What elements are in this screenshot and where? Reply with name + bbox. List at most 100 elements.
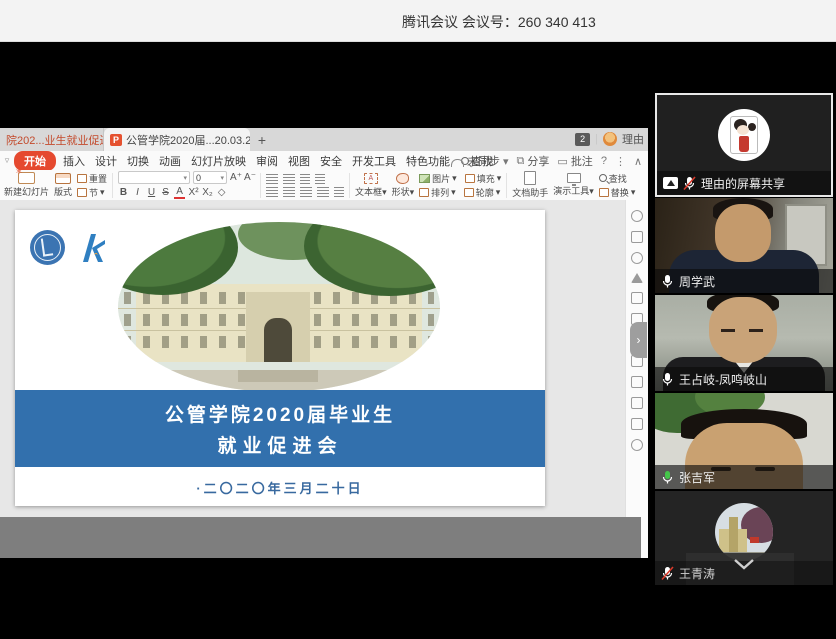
new-tab-button[interactable]: + <box>250 128 274 151</box>
menu-view[interactable]: 视图 <box>283 152 315 170</box>
slide[interactable]: 公管学院2020届毕业生 就业促进会 ·二〇二〇年三月二十日 <box>15 210 545 506</box>
pyramid-tool-icon[interactable] <box>631 273 643 283</box>
italic-button[interactable]: I <box>132 187 143 198</box>
subscript-button[interactable]: X₂ <box>202 187 213 198</box>
picture-button[interactable]: 图片▾ 填充▾ <box>419 172 501 185</box>
menu-security[interactable]: 安全 <box>315 152 347 170</box>
participant-name: 周学武 <box>679 273 715 290</box>
numbered-list-button[interactable] <box>283 174 295 184</box>
doc-assistant-button[interactable]: 文档助手 <box>512 171 548 199</box>
toolbar-separator <box>112 173 113 198</box>
video-tile-2[interactable]: 周学武 <box>655 198 833 293</box>
arrange-button[interactable]: 排列▾ 轮廓▾ <box>419 186 501 199</box>
grid-tool-icon[interactable] <box>631 292 643 304</box>
help-button[interactable]: ? <box>601 155 607 167</box>
menu-slideshow[interactable]: 幻灯片放映 <box>186 152 251 170</box>
replace-label: 替换 <box>611 186 629 199</box>
bold-button[interactable]: B <box>118 187 129 198</box>
notification-badge[interactable]: 2 <box>575 133 590 146</box>
menu-design[interactable]: 设计 <box>90 152 122 170</box>
outline-label[interactable]: 轮廓 <box>476 186 494 199</box>
export-icon[interactable] <box>631 376 643 388</box>
bullet-list-button[interactable] <box>266 174 278 184</box>
mic-muted-icon <box>683 176 696 191</box>
more-menu-icon[interactable]: ⋮ <box>615 155 626 168</box>
menu-animation[interactable]: 动画 <box>154 152 186 170</box>
menu-review[interactable]: 审阅 <box>251 152 283 170</box>
building-photo <box>118 222 440 392</box>
strikethrough-button[interactable]: S <box>160 187 171 198</box>
audio-icon[interactable] <box>631 439 643 451</box>
present-tools-button[interactable]: 演示工具▾ <box>553 173 594 197</box>
clear-format-button[interactable]: ◇ <box>216 187 227 198</box>
pane-expand-handle[interactable]: › <box>630 322 647 358</box>
video-tile-3[interactable]: 王占岐-凤鸣岐山 <box>655 295 833 391</box>
image-pane-icon[interactable] <box>631 418 643 430</box>
menu-features[interactable]: 特色功能 <box>401 152 455 170</box>
collapse-panel-chevron[interactable] <box>731 557 757 571</box>
layout-button[interactable]: 版式 <box>54 173 72 198</box>
slide-canvas: 公管学院2020届毕业生 就业促进会 ·二〇二〇年三月二十日 <box>0 200 648 517</box>
underline-button[interactable]: U <box>146 187 157 198</box>
mic-on-icon <box>661 372 674 387</box>
picture-icon <box>419 174 430 183</box>
task-pane-icon[interactable] <box>631 210 643 222</box>
doc-tab-1[interactable]: 院202...业生就业促进会 ▭ ✕ <box>0 128 104 151</box>
decrease-indent-button[interactable] <box>300 174 310 184</box>
font-size-combo[interactable]: 0▾ <box>193 171 227 184</box>
justify-button[interactable] <box>317 187 329 197</box>
doc-assistant-label: 文档助手 <box>512 186 548 199</box>
reset-button[interactable]: 重置 <box>77 172 107 185</box>
mail-icon[interactable] <box>631 397 643 409</box>
align-right-button[interactable] <box>300 187 312 197</box>
present-tools-label: 演示工具 <box>553 186 589 196</box>
video-tile-sharer[interactable]: 理由的屏幕共享 <box>655 93 833 197</box>
present-tools-icon <box>567 173 581 183</box>
seal-tool-icon[interactable] <box>631 252 643 264</box>
section-label: 节 <box>89 186 98 199</box>
video-tile-4[interactable]: 张吉军 <box>655 393 833 489</box>
share-button[interactable]: ⧉ 分享 <box>517 153 550 169</box>
align-left-button[interactable] <box>266 187 278 197</box>
sync-label: 未同步 <box>467 153 500 169</box>
meeting-title-bar: 腾讯会议 会议号：260 340 413 <box>0 0 836 42</box>
decrease-font-button[interactable]: A⁻ <box>244 172 255 183</box>
collapse-ribbon-icon[interactable]: ∧ <box>634 155 642 168</box>
align-center-button[interactable] <box>283 187 295 197</box>
reset-icon <box>77 174 87 183</box>
slide-title-line2: 就业促进会 <box>217 431 342 458</box>
font-color-button[interactable]: A <box>174 186 185 199</box>
menu-devtools[interactable]: 开发工具 <box>347 152 401 170</box>
menu-collapse-icon[interactable]: ▿ <box>0 155 14 166</box>
ppt-file-icon: P <box>110 134 122 146</box>
comment-icon: ▭ <box>557 155 567 168</box>
fill-label[interactable]: 填充 <box>477 172 495 185</box>
sync-status[interactable]: 未同步 ▾ <box>451 153 509 169</box>
comment-button[interactable]: ▭ 批注 <box>557 153 592 169</box>
find-button[interactable]: 查找 <box>599 172 636 185</box>
comment-label: 批注 <box>571 153 593 169</box>
font-family-combo[interactable]: ▾ <box>118 171 190 184</box>
replace-button[interactable]: 替换▾ <box>599 186 636 199</box>
wps-toolbar: 新建幻灯片 版式 重置 节▾ ▾ 0▾ <box>0 170 648 201</box>
text-box-label: 文本框 <box>355 187 382 197</box>
wps-menu-right: 未同步 ▾ ⧉ 分享 ▭ 批注 ? ⋮ ∧ <box>451 153 642 169</box>
menu-transition[interactable]: 切换 <box>122 152 154 170</box>
sharer-avatar <box>718 109 770 161</box>
menu-insert[interactable]: 插入 <box>58 152 90 170</box>
copy-pane-icon[interactable] <box>631 231 643 243</box>
doc-tab-2[interactable]: P 公管学院2020届...20.03.20） ▭ <box>104 128 250 151</box>
new-slide-button[interactable]: 新建幻灯片 <box>4 172 49 198</box>
shapes-button[interactable]: 形状▾ <box>392 173 415 198</box>
section-button[interactable]: 节▾ <box>77 186 107 199</box>
search-icon <box>599 174 607 182</box>
text-box-button[interactable]: A 文本框▾ <box>355 173 387 198</box>
mic-muted-icon <box>661 566 674 581</box>
video-tile-5[interactable]: 王青涛 <box>655 491 833 585</box>
line-spacing-button[interactable] <box>334 187 344 197</box>
superscript-button[interactable]: X² <box>188 187 199 198</box>
user-avatar[interactable] <box>603 132 617 146</box>
picture-label: 图片 <box>432 172 450 185</box>
increase-font-button[interactable]: A⁺ <box>230 172 241 183</box>
increase-indent-button[interactable] <box>315 174 325 184</box>
